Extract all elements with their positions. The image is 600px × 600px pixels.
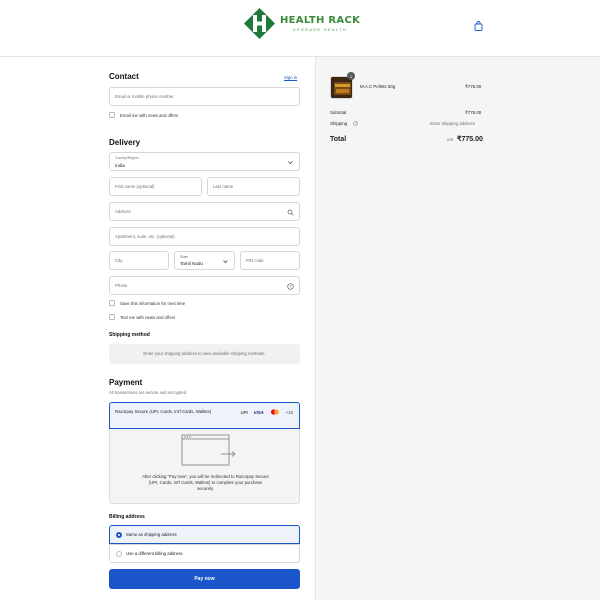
upi-logo: UPI (240, 409, 248, 415)
email-field[interactable]: Email or mobile phone number (109, 87, 300, 106)
quantity-badge: 1 (347, 72, 355, 80)
pin-code-placeholder: PIN code (246, 258, 264, 263)
checkbox-box[interactable] (109, 112, 115, 118)
email-placeholder: Email or mobile phone number (115, 94, 174, 99)
save-info-label: Save this information for next time (120, 300, 185, 306)
product-price: ₹775.00 (465, 84, 482, 89)
site-header: HEALTH RACK UPGRADE HEALTH (0, 0, 600, 57)
first-name-placeholder: First name (optional) (115, 184, 155, 189)
email-news-checkbox[interactable]: Email me with news and offers (109, 112, 178, 118)
phone-field[interactable]: Phone ? (109, 276, 300, 295)
total-value: ₹775.00 (457, 136, 483, 143)
subtotal-label: Subtotal (330, 110, 347, 115)
chevron-down-icon (223, 260, 228, 264)
browser-redirect-icon (181, 434, 236, 466)
state-value: Tamil Nadu (180, 261, 203, 266)
mastercard-icon (270, 409, 279, 415)
last-name-placeholder: Last name (213, 184, 234, 189)
checkbox-box[interactable] (109, 314, 115, 320)
state-label: State (180, 255, 188, 259)
visa-logo: VISA (253, 409, 264, 415)
city-field[interactable]: City (109, 251, 169, 270)
city-placeholder: City (115, 258, 123, 263)
country-value: India (115, 163, 125, 168)
payment-heading: Payment (109, 378, 143, 387)
billing-same-label: Same as shipping address (126, 532, 177, 537)
apartment-placeholder: Apartment, suite, etc. (optional) (115, 234, 175, 239)
chevron-down-icon (288, 161, 293, 165)
address-field[interactable]: Address (109, 202, 300, 221)
product-name: M.A.C Pellets 50g (360, 84, 396, 89)
shipping-method-message: Enter your shipping address to view avai… (143, 351, 266, 356)
delivery-heading: Delivery (109, 138, 141, 147)
redirect-message: After clicking “Pay now”, you will be re… (142, 474, 269, 492)
shipping-value: Enter shipping address (430, 121, 475, 126)
shipping-label: Shipping (330, 121, 348, 126)
brand-logo-icon (244, 8, 275, 39)
email-news-label: Email me with news and offers (120, 112, 179, 118)
razorpay-option[interactable]: Razorpay Secure (UPI, Cards, Int'l Cards… (109, 402, 300, 429)
text-news-checkbox[interactable]: Text me with news and offers (109, 314, 175, 320)
billing-same-option[interactable]: Same as shipping address (109, 525, 300, 544)
brand-logo[interactable]: HEALTH RACK UPGRADE HEALTH (243, 7, 360, 40)
country-label: Country/Region (115, 156, 139, 160)
shopping-bag-icon[interactable] (474, 21, 483, 31)
razorpay-option-label: Razorpay Secure (UPI, Cards, Int'l Cards… (115, 409, 212, 414)
shipping-method-box: Enter your shipping address to view avai… (109, 344, 300, 364)
radio-selected[interactable] (116, 532, 122, 538)
product-image-icon (331, 77, 352, 98)
billing-heading: Billing address (109, 514, 145, 520)
first-name-field[interactable]: First name (optional) (109, 177, 202, 196)
currency-code: INR (447, 138, 454, 142)
shipping-method-heading: Shipping method (109, 332, 150, 338)
pin-code-field[interactable]: PIN code (240, 251, 300, 270)
payment-logos: UPI VISA +16 (240, 409, 293, 415)
search-icon (287, 209, 294, 216)
payment-subtitle: All transactions are secure and encrypte… (109, 390, 188, 395)
pay-now-button[interactable]: Pay now (109, 569, 300, 589)
checkbox-box[interactable] (109, 300, 115, 306)
state-select[interactable]: State Tamil Nadu (174, 251, 235, 270)
radio-unselected[interactable] (116, 551, 122, 557)
last-name-field[interactable]: Last name (207, 177, 300, 196)
help-icon[interactable]: ? (353, 121, 358, 126)
total-label: Total (330, 136, 347, 143)
apartment-field[interactable]: Apartment, suite, etc. (optional) (109, 227, 300, 246)
svg-text:?: ? (355, 122, 357, 126)
subtotal-value: ₹775.00 (465, 110, 482, 115)
payment-redirect-panel: After clicking “Pay now”, you will be re… (109, 429, 300, 504)
billing-different-option[interactable]: Use a different billing address (109, 544, 300, 563)
billing-different-label: Use a different billing address (126, 551, 183, 556)
brand-name: HEALTH RACK (280, 15, 361, 26)
save-info-checkbox[interactable]: Save this information for next time (109, 300, 185, 306)
address-placeholder: Address (115, 209, 131, 214)
text-news-label: Text me with news and offers (120, 314, 176, 320)
more-methods-count: +16 (285, 409, 293, 415)
svg-text:?: ? (289, 284, 292, 289)
help-icon[interactable]: ? (287, 283, 294, 290)
sign-in-link[interactable]: Sign in (284, 75, 297, 80)
country-select[interactable]: Country/Region India (109, 152, 300, 171)
phone-placeholder: Phone (115, 283, 128, 288)
brand-tagline: UPGRADE HEALTH (292, 28, 348, 32)
contact-heading: Contact (109, 72, 139, 81)
